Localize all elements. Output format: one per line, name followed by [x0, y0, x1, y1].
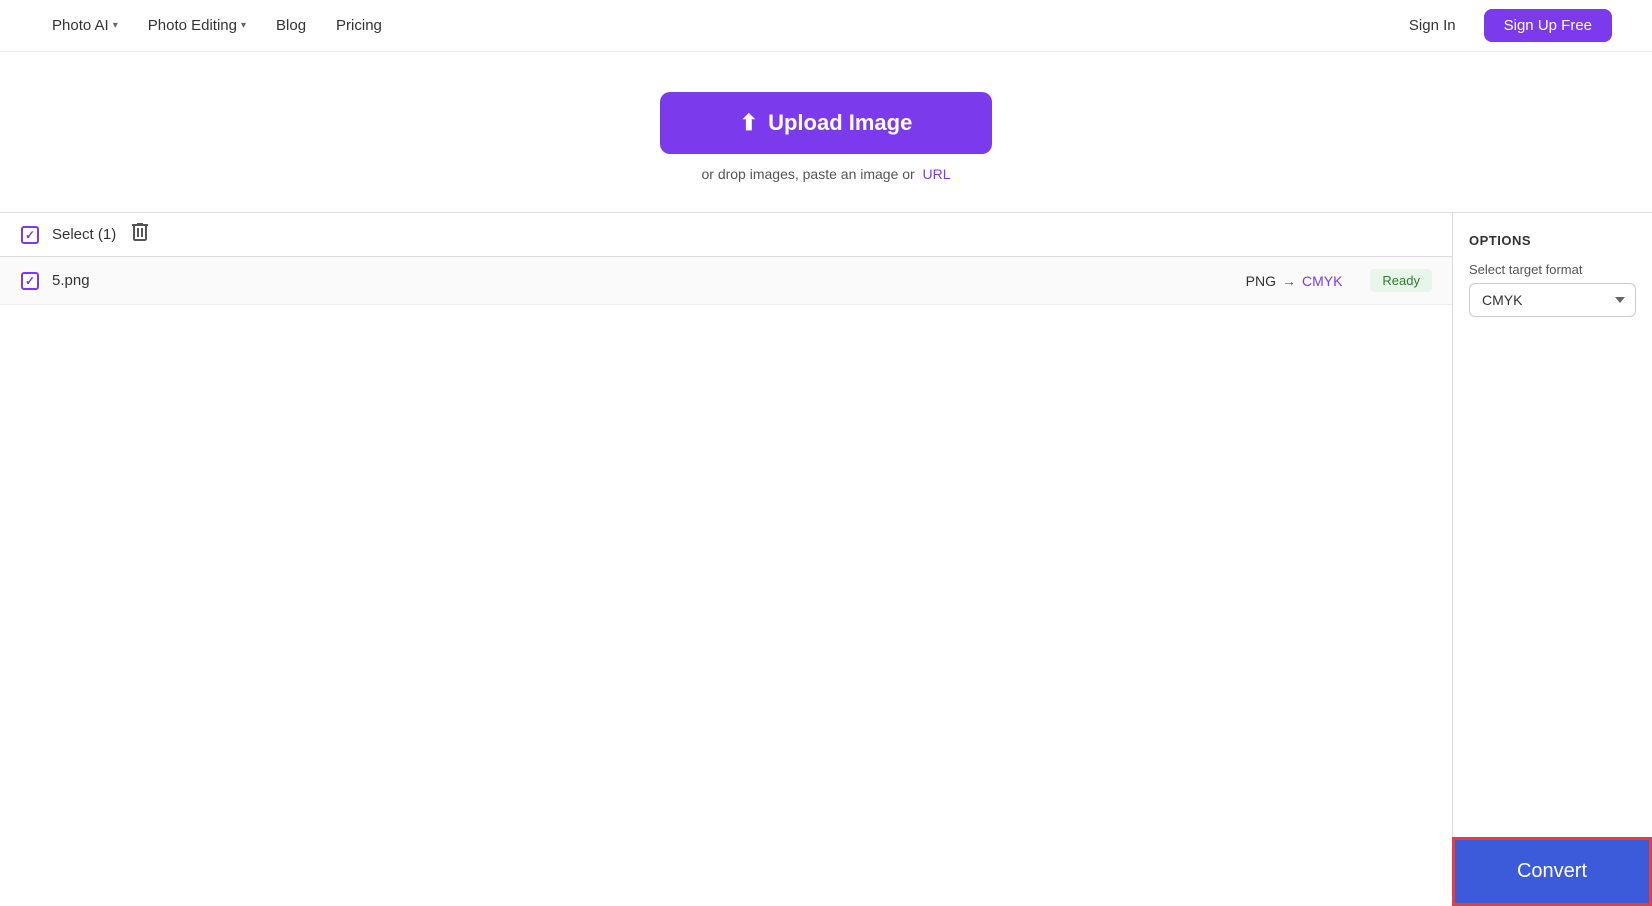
file-area: Select (1) 5.png PNG → CMYK Read	[0, 212, 1652, 898]
nav-item-blog[interactable]: Blog	[264, 11, 318, 40]
url-link[interactable]: URL	[923, 166, 951, 182]
checkbox-checked-icon[interactable]	[21, 272, 39, 290]
convert-button[interactable]: Convert	[1452, 837, 1652, 906]
sign-up-button[interactable]: Sign Up Free	[1484, 9, 1612, 42]
upload-section: ⬆ Upload Image or drop images, paste an …	[660, 92, 993, 182]
nav-label-pricing: Pricing	[336, 17, 382, 34]
format-from: PNG	[1246, 273, 1276, 289]
nav-label-blog: Blog	[276, 17, 306, 34]
file-checkbox[interactable]	[20, 271, 40, 291]
file-name: 5.png	[52, 272, 1234, 289]
checkbox-checked-icon[interactable]	[21, 226, 39, 244]
select-row: Select (1)	[0, 213, 1452, 257]
file-conversion: PNG → CMYK	[1246, 273, 1343, 289]
select-label: Select (1)	[52, 226, 116, 243]
nav-item-photo-editing[interactable]: Photo Editing ▾	[136, 11, 258, 40]
upload-button-label: Upload Image	[768, 110, 912, 136]
sign-in-button[interactable]: Sign In	[1393, 11, 1472, 40]
delete-icon[interactable]	[132, 223, 148, 246]
nav-label-photo-ai: Photo AI	[52, 17, 109, 34]
nav-item-pricing[interactable]: Pricing	[324, 11, 394, 40]
options-format-label: Select target format	[1469, 262, 1636, 277]
nav-label-photo-editing: Photo Editing	[148, 17, 237, 34]
drop-text-static: or drop images, paste an image or	[701, 166, 914, 182]
select-all-checkbox[interactable]	[20, 225, 40, 245]
options-sidebar: OPTIONS Select target format CMYK PNG JP…	[1452, 212, 1652, 898]
status-badge: Ready	[1370, 269, 1432, 292]
main-content: ⬆ Upload Image or drop images, paste an …	[0, 52, 1652, 898]
upload-button[interactable]: ⬆ Upload Image	[660, 92, 993, 154]
nav-links: Photo AI ▾ Photo Editing ▾ Blog Pricing	[40, 11, 394, 40]
options-title: OPTIONS	[1469, 233, 1636, 248]
drop-hint: or drop images, paste an image or URL	[701, 166, 950, 182]
file-list-container: Select (1) 5.png PNG → CMYK Read	[0, 212, 1452, 898]
arrow-icon: →	[1282, 273, 1296, 289]
navbar-left: Photo AI ▾ Photo Editing ▾ Blog Pricing	[40, 11, 394, 40]
nav-item-photo-ai[interactable]: Photo AI ▾	[40, 11, 130, 40]
chevron-down-icon: ▾	[241, 20, 246, 31]
format-select[interactable]: CMYK PNG JPEG GIF BMP TIFF WEBP PDF	[1469, 283, 1636, 317]
convert-button-wrapper: Convert	[1452, 837, 1652, 906]
chevron-down-icon: ▾	[113, 20, 118, 31]
navbar-right: Sign In Sign Up Free	[1393, 9, 1612, 42]
navbar: Photo AI ▾ Photo Editing ▾ Blog Pricing …	[0, 0, 1652, 52]
table-row: 5.png PNG → CMYK Ready	[0, 257, 1452, 305]
upload-icon: ⬆	[740, 110, 758, 136]
format-to: CMYK	[1302, 273, 1342, 289]
